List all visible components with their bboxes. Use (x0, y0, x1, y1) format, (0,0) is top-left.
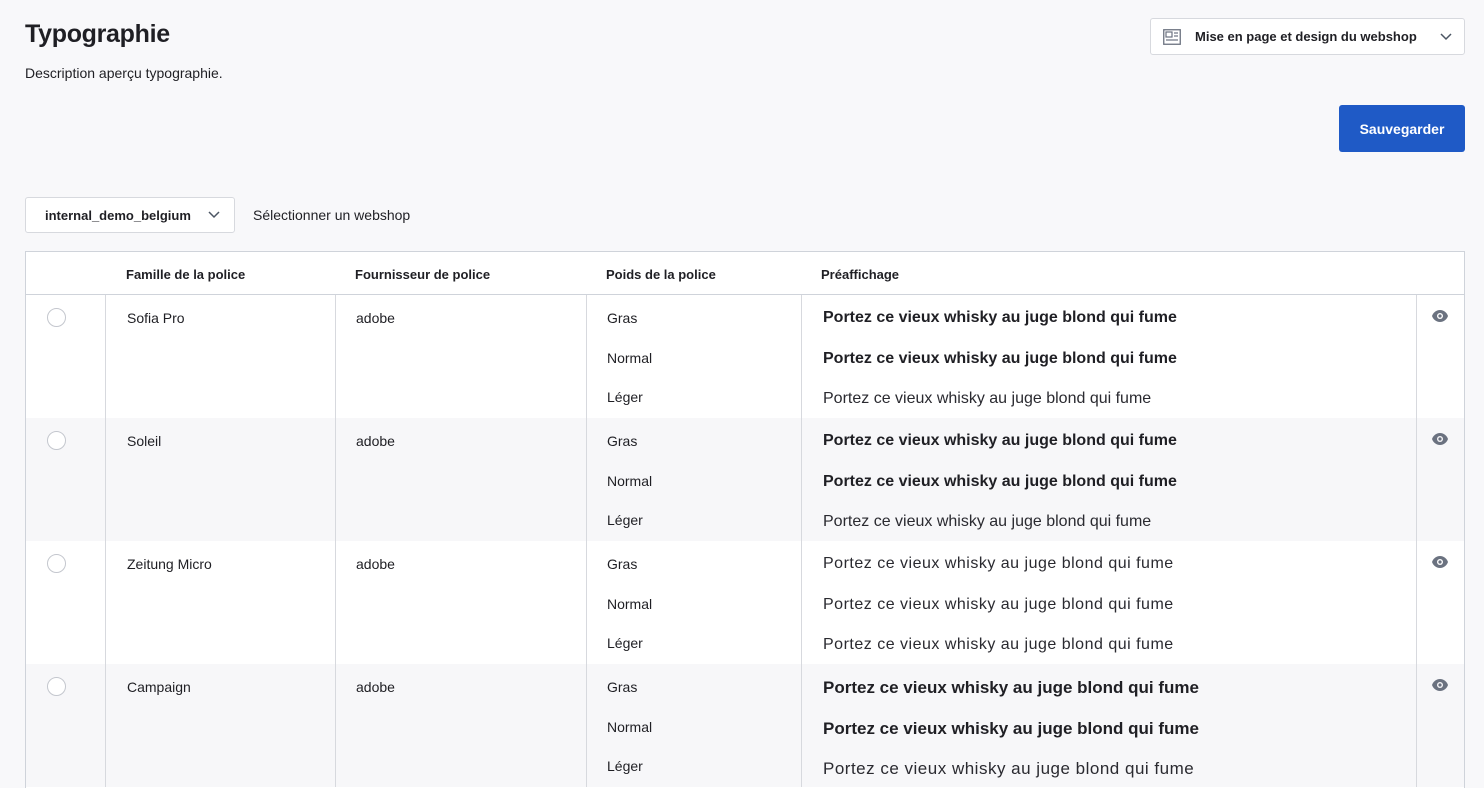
webshop-selector-label: internal_demo_belgium (45, 207, 191, 223)
font-provider: adobe (356, 310, 395, 326)
select-font-radio[interactable] (47, 554, 66, 573)
webshop-hint: Sélectionner un webshop (253, 207, 411, 223)
preview-bold: Portez ce vieux whisky au juge blond qui… (823, 432, 1177, 449)
column-header-provider[interactable]: Fournisseur de police (355, 267, 490, 282)
table-row: Zeitung Micro adobe Gras Normal Léger Po… (26, 541, 1464, 664)
font-weight-normal: Normal (607, 596, 653, 612)
section-selector-label: Mise en page et design du webshop (1195, 29, 1417, 44)
font-family: Campaign (127, 679, 191, 695)
preview-normal: Portez ce vieux whisky au juge blond qui… (823, 350, 1177, 367)
font-provider: adobe (356, 556, 395, 572)
font-weight-bold: Gras (607, 310, 638, 326)
font-weight-light: Léger (607, 389, 643, 405)
font-family: Sofia Pro (127, 310, 185, 326)
page-title: Typographie (25, 20, 170, 48)
column-header-preview[interactable]: Préaffichage (821, 267, 899, 282)
chevron-down-icon (208, 211, 220, 219)
layout-icon (1163, 28, 1181, 45)
preview-bold: Portez ce vieux whisky au juge blond qui… (823, 555, 1174, 572)
preview-bold: Portez ce vieux whisky au juge blond qui… (823, 678, 1199, 697)
font-weight-light: Léger (607, 512, 643, 528)
select-font-radio[interactable] (47, 308, 66, 327)
font-provider: adobe (356, 433, 395, 449)
font-family: Zeitung Micro (127, 556, 212, 572)
font-weight-bold: Gras (607, 679, 638, 695)
page-description: Description aperçu typographie. (25, 65, 223, 81)
font-weight-light: Léger (607, 635, 643, 651)
preview-bold: Portez ce vieux whisky au juge blond qui… (823, 309, 1177, 326)
section-selector[interactable]: Mise en page et design du webshop (1150, 18, 1465, 55)
preview-normal: Portez ce vieux whisky au juge blond qui… (823, 596, 1174, 613)
font-weight-bold: Gras (607, 433, 638, 449)
eye-icon[interactable] (1431, 309, 1449, 323)
font-provider: adobe (356, 679, 395, 695)
table-row: Soleil adobe Gras Normal Léger Portez ce… (26, 418, 1464, 541)
fonts-table: Famille de la police Fournisseur de poli… (25, 251, 1465, 788)
font-weight-bold: Gras (607, 556, 638, 572)
font-weight-normal: Normal (607, 719, 653, 735)
preview-light: Portez ce vieux whisky au juge blond qui… (823, 759, 1195, 778)
select-font-radio[interactable] (47, 431, 66, 450)
select-font-radio[interactable] (47, 677, 66, 696)
table-header: Famille de la police Fournisseur de poli… (26, 252, 1464, 295)
chevron-down-icon (1440, 32, 1452, 41)
column-header-family[interactable]: Famille de la police (126, 267, 245, 282)
preview-normal: Portez ce vieux whisky au juge blond qui… (823, 719, 1199, 738)
eye-icon[interactable] (1431, 678, 1449, 692)
webshop-selector[interactable]: internal_demo_belgium (25, 197, 235, 233)
font-weight-normal: Normal (607, 473, 653, 489)
font-family: Soleil (127, 433, 162, 449)
font-weight-normal: Normal (607, 350, 653, 366)
preview-light: Portez ce vieux whisky au juge blond qui… (823, 636, 1174, 653)
eye-icon[interactable] (1431, 555, 1449, 569)
table-row: Sofia Pro adobe Gras Normal Léger Portez… (26, 295, 1464, 418)
preview-normal: Portez ce vieux whisky au juge blond qui… (823, 473, 1177, 490)
preview-light: Portez ce vieux whisky au juge blond qui… (823, 390, 1152, 407)
table-row: Campaign adobe Gras Normal Léger Portez … (26, 664, 1464, 787)
font-weight-light: Léger (607, 758, 643, 774)
save-button[interactable]: Sauvegarder (1339, 105, 1465, 152)
column-header-weight[interactable]: Poids de la police (606, 267, 716, 282)
eye-icon[interactable] (1431, 432, 1449, 446)
preview-light: Portez ce vieux whisky au juge blond qui… (823, 513, 1152, 530)
